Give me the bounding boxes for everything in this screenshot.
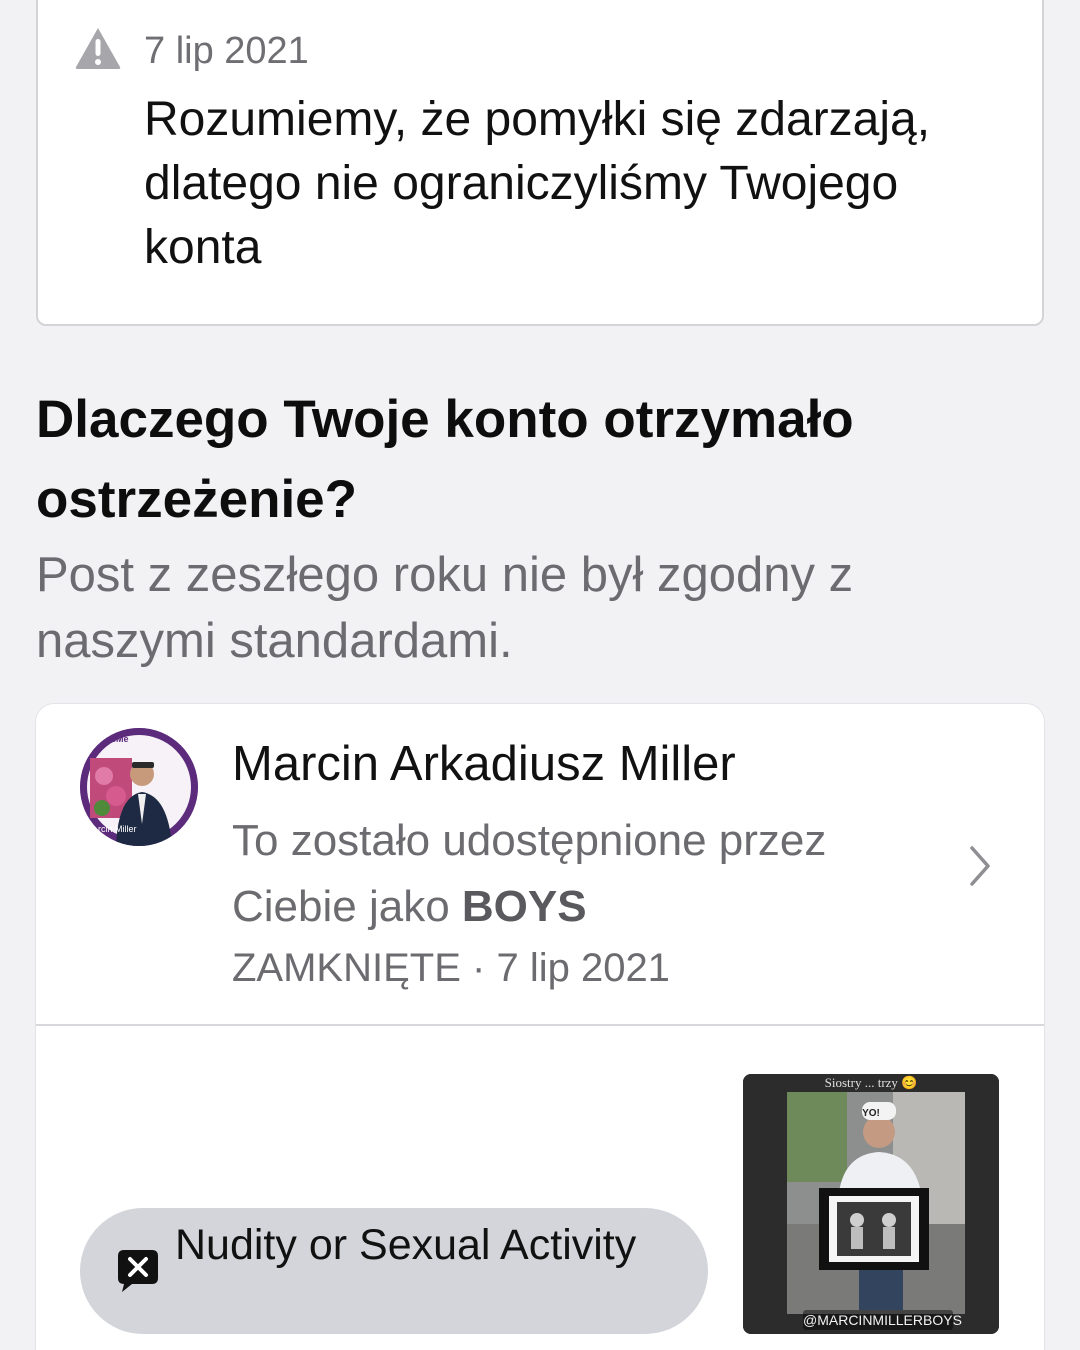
post-card[interactable]: HypeMe rcin Miller Marcin Arkadiusz Mill… xyxy=(36,704,1044,1350)
shared-as-name: BOYS xyxy=(461,882,587,931)
shared-info: To zostało udostępnione przez Ciebie jak… xyxy=(232,808,932,940)
thumbnail-caption: Siostry ... trzy 😊 xyxy=(824,1075,918,1090)
post-author: Marcin Arkadiusz Miller xyxy=(232,737,736,791)
warning-icon xyxy=(75,28,121,69)
post-thumbnail[interactable]: YO! Siostry ... trzy 😊 @MARCINMILLERBOYS xyxy=(743,1074,999,1334)
thumbnail-image: YO! xyxy=(743,1074,999,1334)
cap-text: YO! xyxy=(862,1108,880,1119)
avatar-overlay-text: HypeMe xyxy=(94,734,129,744)
notice-date: 7 lip 2021 xyxy=(144,30,309,72)
close-speech-icon xyxy=(118,1250,158,1292)
section-subtitle: Post z zeszłego roku nie był zgodny z na… xyxy=(36,548,854,668)
section-title: Dlaczego Twoje konto otrzymało ostrzeżen… xyxy=(36,390,854,529)
chevron-right-icon[interactable] xyxy=(966,844,994,888)
violation-label: Nudity or Sexual Activity xyxy=(175,1221,637,1269)
avatar-name-text: rcin Miller xyxy=(98,824,137,834)
violation-tag: Nudity or Sexual Activity xyxy=(80,1208,708,1334)
notice-card: 7 lip 2021 Rozumiemy, że pomyłki się zda… xyxy=(36,0,1044,326)
thumbnail-handle: @MARCINMILLERBOYS xyxy=(803,1310,962,1330)
avatar-image: HypeMe rcin Miller xyxy=(80,728,198,846)
page: 7 lip 2021 Rozumiemy, że pomyłki się zda… xyxy=(0,0,1080,1350)
avatar: HypeMe rcin Miller xyxy=(80,728,198,846)
notice-message: Rozumiemy, że pomyłki się zdarzają, dlat… xyxy=(144,93,931,274)
post-status: ZAMKNIĘTE · 7 lip 2021 xyxy=(232,946,670,990)
divider xyxy=(36,1024,1044,1026)
